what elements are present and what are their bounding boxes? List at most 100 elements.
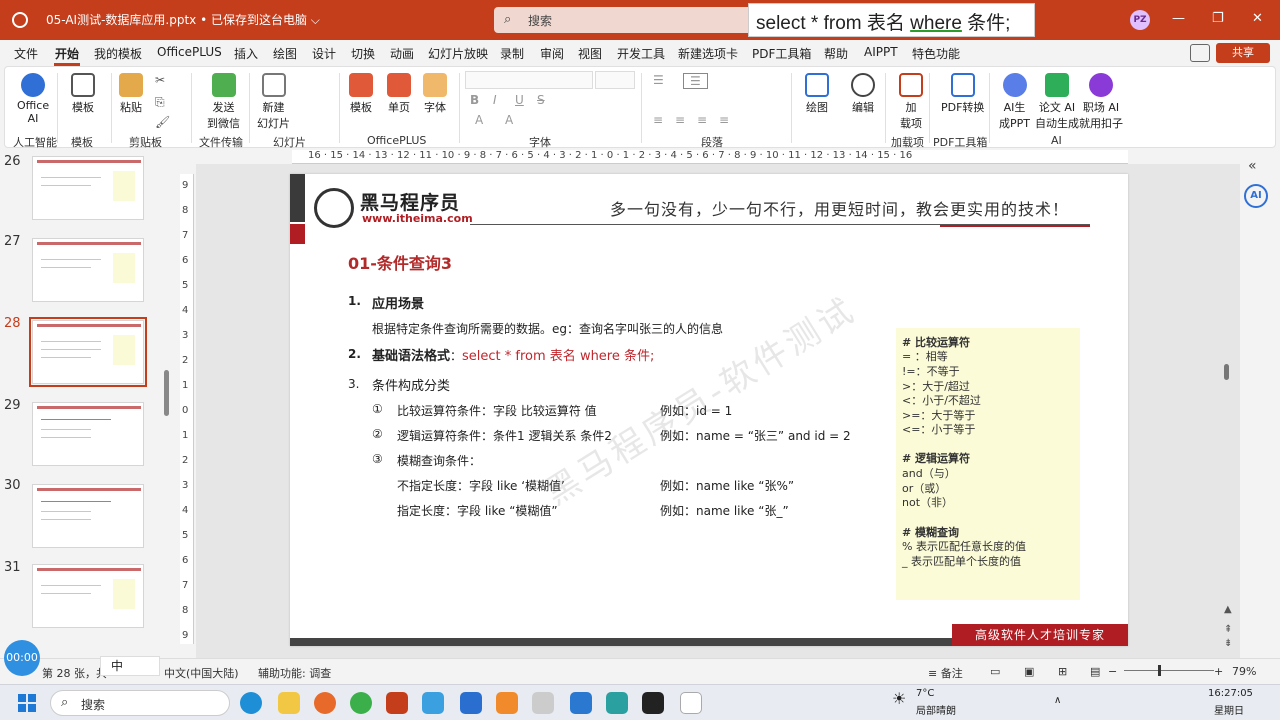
opl-template-button[interactable]: 模板 [349,73,373,115]
ime-indicator[interactable]: 中 [100,656,160,676]
justify-icon[interactable]: ≡ [719,113,729,127]
menu-transitions[interactable]: 切换 [351,45,375,62]
chrome-icon[interactable] [350,692,372,714]
menu-draw[interactable]: 绘图 [273,45,297,62]
slide-28[interactable]: 黑马程序员 www.itheima.com 多一句没有，少一句不行，用更短时间，… [290,174,1128,646]
app-icon[interactable] [606,692,628,714]
powerpoint-taskbar-icon[interactable] [386,692,408,714]
restore-icon[interactable]: ❐ [1212,11,1224,26]
typora-icon[interactable] [680,692,702,714]
collapse-icon[interactable]: « [1248,158,1257,174]
font-style-button[interactable]: 字体 [423,73,447,115]
section-desc[interactable]: 根据特定条件查询所需要的数据。eg：查询名字叫张三的人的信息 [372,320,723,337]
slide-title[interactable]: 01-条件查询3 [348,250,452,274]
bullets-icon[interactable]: ☰ [653,73,664,87]
ai-assistant-icon[interactable]: AI [1244,184,1268,208]
item-text[interactable]: 逻辑运算符条件：条件1 逻辑关系 条件2 [397,427,612,444]
underline-icon[interactable]: U [515,93,524,107]
align-left-icon[interactable]: ≡ [653,113,663,127]
pdf-convert-button[interactable]: PDF转换 [941,73,984,115]
menu-officeplus[interactable]: OfficePLUS [157,45,222,59]
cut-icon[interactable]: ✂ [155,73,165,87]
font-color-icon[interactable]: A [475,113,483,127]
zoom-out-icon[interactable]: − [1108,665,1117,678]
slide-thumbnail-30[interactable] [32,484,144,548]
zoom-in-icon[interactable]: + [1214,665,1223,678]
chat-app-icon[interactable] [422,692,444,714]
accessibility-status[interactable]: 辅助功能: 调查 [258,665,331,681]
bold-icon[interactable]: B [470,93,479,107]
canvas-scrollbar[interactable] [1224,364,1229,380]
menu-design[interactable]: 设计 [312,45,336,62]
app-icon[interactable] [460,692,482,714]
addins-button[interactable]: 加 载项 [899,73,923,131]
menu-animations[interactable]: 动画 [390,45,414,62]
comment-icon[interactable] [1190,44,1210,62]
thumbnail-scrollbar[interactable] [164,370,169,416]
edge-icon[interactable] [240,692,262,714]
paper-ai-button[interactable]: 论文 AI 自动生成 [1035,73,1079,131]
menu-file[interactable]: 文件 [14,45,38,62]
menu-my-template[interactable]: 我的模板 [94,45,142,62]
user-avatar[interactable]: PZ [1130,10,1150,30]
zoom-level[interactable]: 79% [1232,665,1256,678]
slide-thumbnail-31[interactable] [32,564,144,628]
new-slide-button[interactable]: 新建 幻灯片 [257,73,290,131]
slide-thumbnail-26[interactable] [32,156,144,220]
zoom-slider-knob[interactable] [1158,665,1161,676]
tray-expand-icon[interactable]: ∧ [1054,695,1061,706]
next-slide-icon[interactable]: ⇟ [1224,638,1232,649]
send-to-wechat-button[interactable]: 发送 到微信 [207,73,240,131]
draw-button[interactable]: 绘图 [805,73,829,115]
fuzzy-example[interactable]: 例如：name like “张_” [660,502,789,519]
menu-view[interactable]: 视图 [578,45,602,62]
item-text[interactable]: 比较运算符条件：字段 比较运算符 值 [397,402,597,419]
share-button[interactable]: 共享 [1216,43,1270,63]
ai-ppt-button[interactable]: AI生 成PPT [999,73,1030,131]
taskbar-search[interactable]: ⌕ 搜索 [50,690,230,716]
slide-thumbnail-28[interactable] [29,317,147,387]
firefox-icon[interactable] [314,692,336,714]
weather-icon[interactable]: ☀ [892,689,906,708]
template-button[interactable]: 模板 [71,73,95,115]
section-title[interactable]: 条件构成分类 [372,375,450,394]
powerpoint-app-icon[interactable] [12,12,28,28]
clock-day[interactable]: 星期日 [1214,702,1244,717]
weather-desc[interactable]: 局部晴朗 [916,702,956,717]
normal-view-icon[interactable]: ▣ [1024,665,1034,678]
app-icon[interactable] [532,692,554,714]
slide-thumbnail-27[interactable] [32,238,144,302]
close-icon[interactable]: ✕ [1252,11,1263,26]
slide-thumbnail-29[interactable] [32,402,144,466]
font-size-select[interactable] [595,71,635,89]
font-name-select[interactable] [465,71,593,89]
comments-view-icon[interactable]: ▭ [990,665,1000,678]
zoom-slider[interactable] [1124,670,1214,671]
menu-record[interactable]: 录制 [500,45,524,62]
menu-insert[interactable]: 插入 [234,45,258,62]
fuzzy-rule[interactable]: 指定长度：字段 like “模糊值” [397,502,558,519]
numbering-icon[interactable]: ☰ [683,73,708,89]
clock-time[interactable]: 16:27:05 [1208,688,1253,699]
search-box[interactable]: ⌕ 搜索 [494,7,752,33]
menu-developer[interactable]: 开发工具 [617,45,665,62]
copy-icon[interactable]: ⎘ [155,95,165,110]
reading-view-icon[interactable]: ▤ [1090,665,1100,678]
datagrip-icon[interactable] [642,692,664,714]
app-icon[interactable] [570,692,592,714]
prev-slide-icon[interactable]: ⇞ [1224,624,1232,635]
single-page-button[interactable]: 单页 [387,73,411,115]
windows-start-icon[interactable] [18,694,36,712]
align-center-icon[interactable]: ≡ [675,113,685,127]
italic-icon[interactable]: I [493,93,497,107]
career-ai-button[interactable]: 职场 AI 就用扣子 [1079,73,1123,131]
slide-sorter-icon[interactable]: ⊞ [1058,665,1067,678]
align-right-icon[interactable]: ≡ [697,113,707,127]
edit-button[interactable]: 编辑 [851,73,875,115]
menu-new-tab[interactable]: 新建选项卡 [678,45,738,62]
menu-aippt[interactable]: AIPPT [864,45,898,59]
recording-timer[interactable]: 00:00 [4,640,40,676]
notes-button[interactable]: ≡ 备注 [928,665,963,681]
weather-temp[interactable]: 7°C [916,688,934,699]
section-title[interactable]: 应用场景 [372,293,424,312]
